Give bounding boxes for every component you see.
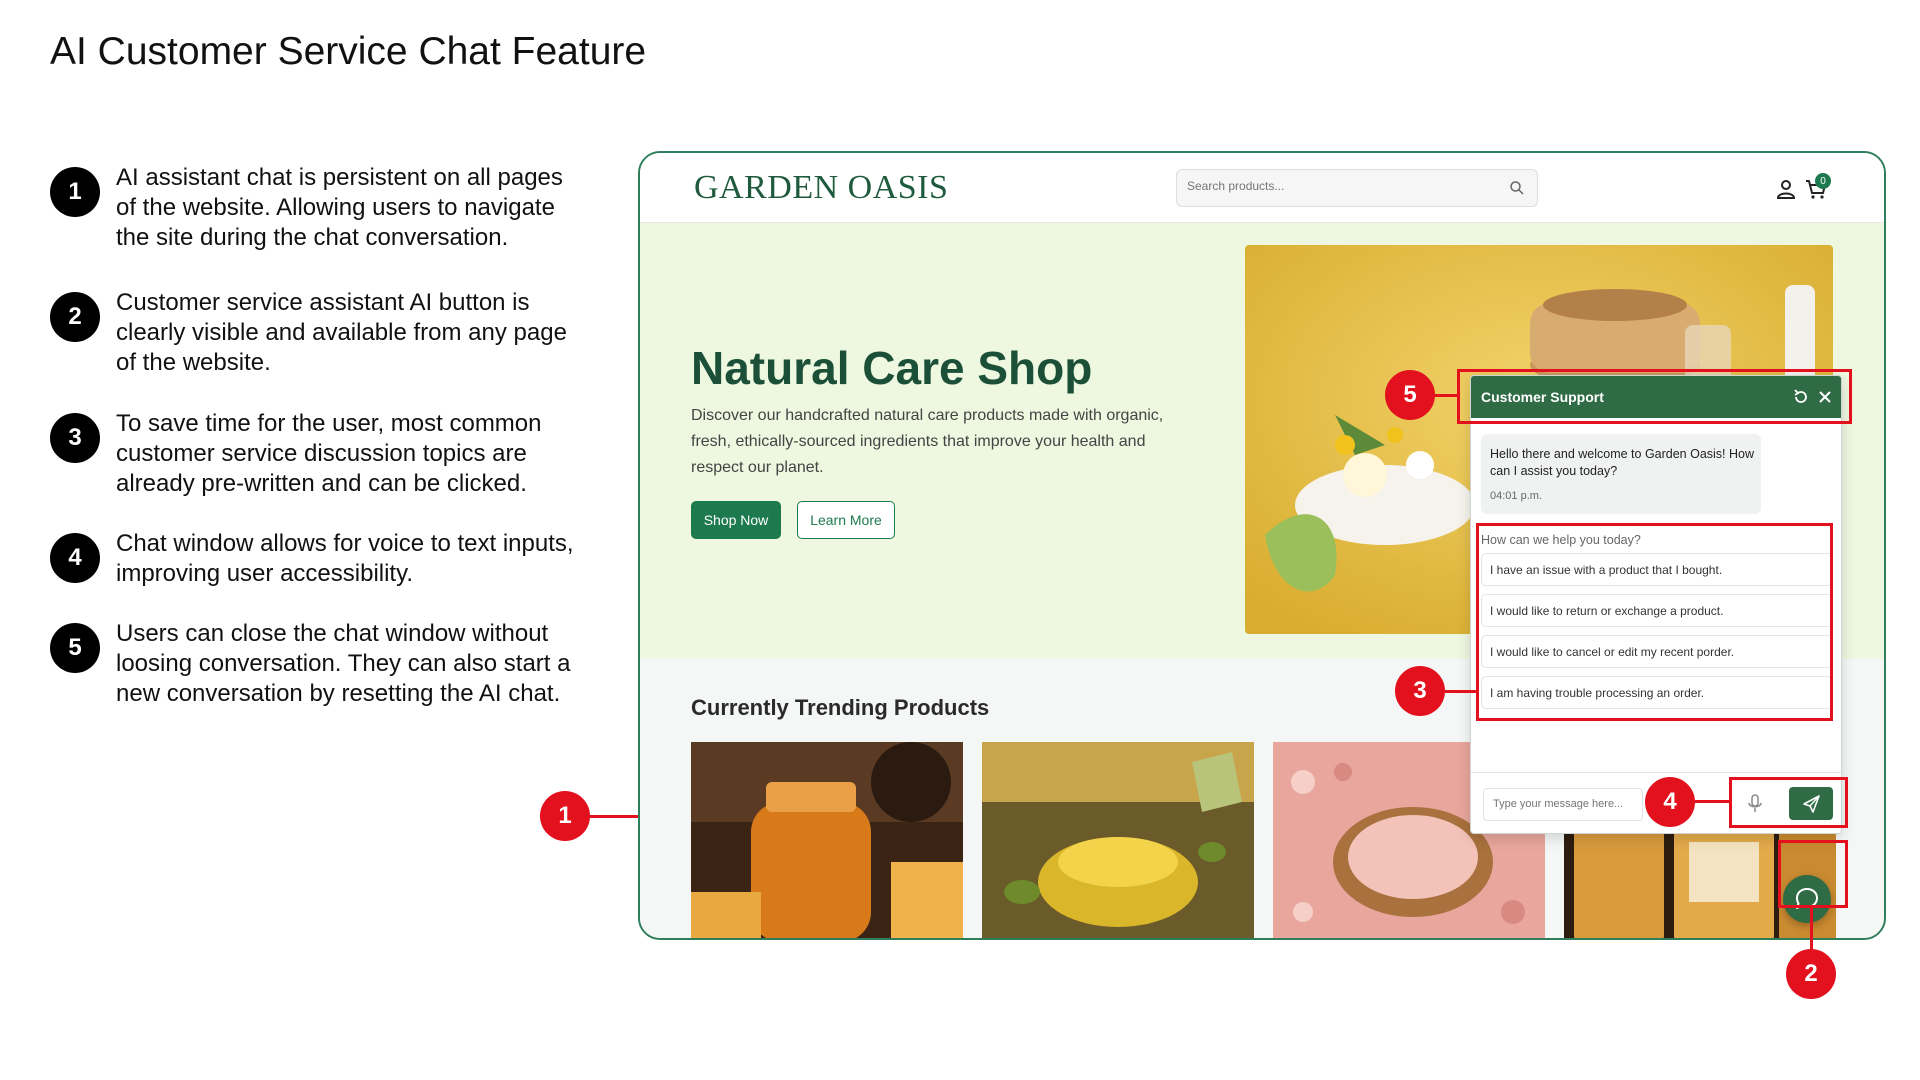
product-search[interactable] [1176,169,1538,207]
product-image-olive-oil[interactable] [982,742,1254,940]
step-1: 1 AI assistant chat is persistent on all… [50,163,590,253]
annotation-marker-3: 3 [1395,666,1445,716]
assistant-message-text: Hello there and welcome to Garden Oasis!… [1490,447,1755,478]
step-2: 2 Customer service assistant AI button i… [50,288,590,378]
step-text: To save time for the user, most common c… [116,410,542,497]
assistant-message: Hello there and welcome to Garden Oasis!… [1481,434,1761,514]
step-number: 5 [50,623,100,673]
chat-message-field[interactable] [1483,788,1643,821]
message-timestamp: 04:01 p.m. [1490,490,1542,502]
product-image-honey[interactable] [691,742,963,940]
hero-description: Discover our handcrafted natural care pr… [691,407,1164,476]
shop-now-button[interactable]: Shop Now [691,501,781,539]
step-number: 4 [50,533,100,583]
step-text: Customer service assistant AI button is … [116,289,567,376]
annotation-marker-4: 4 [1645,777,1695,827]
learn-more-button[interactable]: Learn More [797,501,895,539]
annotation-connector-2 [1810,908,1813,950]
annotation-connector-4 [1695,800,1729,803]
site-header: GARDEN OASIS 0 [640,153,1884,223]
annotation-marker-2: 2 [1786,949,1836,999]
step-number: 3 [50,413,100,463]
annotation-connector-1 [588,815,638,818]
step-number: 1 [50,167,100,217]
step-number: 2 [50,292,100,342]
step-5: 5 Users can close the chat window withou… [50,619,590,709]
annotation-connector-5 [1435,394,1457,397]
step-text: Users can close the chat window without … [116,620,571,707]
annotation-connector-3 [1445,690,1476,693]
search-input[interactable] [1187,179,1487,193]
site-logo[interactable]: GARDEN OASIS [694,169,948,207]
annotation-box-4 [1729,777,1848,828]
step-text: AI assistant chat is persistent on all p… [116,164,563,251]
annotation-box-3 [1476,523,1833,721]
user-icon[interactable] [1774,177,1798,201]
step-3: 3 To save time for the user, most common… [50,409,590,499]
step-4: 4 Chat window allows for voice to text i… [50,529,590,589]
annotation-marker-5: 5 [1385,370,1435,420]
annotation-box-2 [1778,840,1848,908]
slide-title: AI Customer Service Chat Feature [50,30,647,73]
step-text: Chat window allows for voice to text inp… [116,530,574,587]
chat-message-input[interactable] [1493,798,1633,810]
annotation-box-5 [1457,369,1852,424]
hero-title: Natural Care Shop [691,342,1093,394]
trending-title: Currently Trending Products [691,695,990,720]
annotation-marker-1: 1 [540,791,590,841]
cart-count-badge: 0 [1815,173,1831,189]
search-icon[interactable] [1509,180,1525,196]
